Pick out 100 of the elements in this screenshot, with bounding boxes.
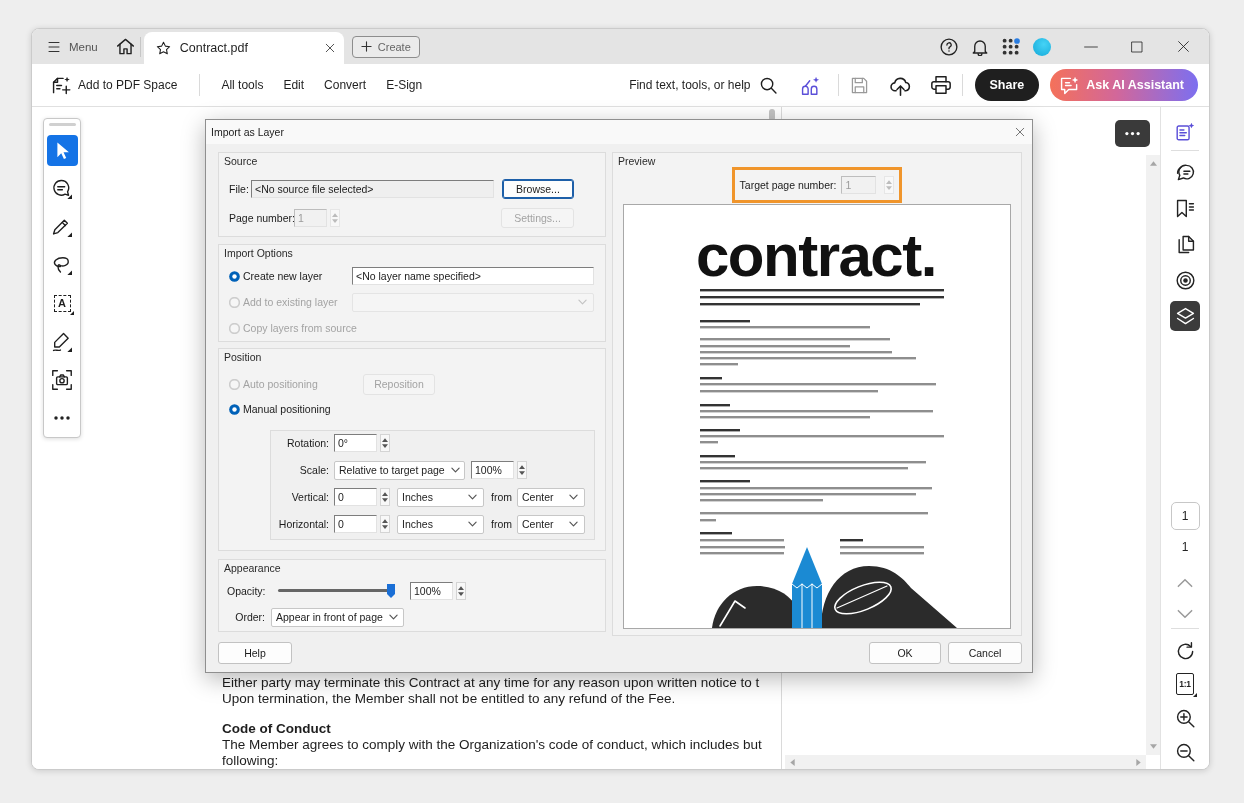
- add-to-space-button[interactable]: Add to PDF Space: [52, 75, 178, 95]
- document-tab[interactable]: Contract.pdf: [143, 32, 344, 64]
- chat-sparkle-icon: [1060, 75, 1080, 95]
- anchor-dropdown[interactable]: Center: [517, 514, 585, 534]
- unit-dropdown[interactable]: Inches: [397, 514, 484, 534]
- corner-triangle-icon: [1193, 693, 1197, 697]
- offset-field[interactable]: 0: [334, 488, 377, 506]
- page-number-field[interactable]: 1: [1170, 502, 1200, 530]
- comment-icon: [52, 178, 72, 199]
- toolbar-tab[interactable]: Convert: [314, 72, 377, 98]
- sidebar-tool-button[interactable]: [1170, 301, 1200, 331]
- field-label: Opacity:: [227, 585, 266, 597]
- page-sparkle-icon: [1175, 121, 1195, 141]
- more-button[interactable]: [1115, 120, 1150, 147]
- scale-dropdown[interactable]: Relative to target page: [334, 460, 465, 480]
- toolbar-tab[interactable]: All tools: [211, 72, 274, 98]
- signature-pen-icon: [52, 332, 72, 352]
- field-label: Vertical:: [291, 491, 329, 503]
- actual-size-button[interactable]: 1:1: [1176, 673, 1194, 695]
- toolbar-tab[interactable]: Edit: [273, 72, 315, 98]
- cancel-button[interactable]: Cancel: [948, 642, 1022, 664]
- down-arrow-icon: [1149, 744, 1157, 749]
- up-caret-icon: [519, 464, 525, 469]
- rotate-icon[interactable]: [1175, 641, 1195, 661]
- maximize-icon[interactable]: [1131, 40, 1143, 53]
- pages-icon: [1175, 234, 1195, 254]
- sparkle-shapes-icon[interactable]: [800, 75, 820, 95]
- help-icon[interactable]: [940, 37, 958, 56]
- share-button[interactable]: Share: [974, 69, 1040, 101]
- spinner-buttons[interactable]: [456, 582, 466, 600]
- body-text: following:: [222, 753, 279, 769]
- layer-name-field[interactable]: <No layer name specified>: [352, 267, 594, 285]
- spinner-buttons[interactable]: [517, 461, 527, 479]
- help-button[interactable]: Help: [218, 642, 292, 664]
- up-caret-icon: [382, 491, 388, 496]
- create-button[interactable]: Create: [351, 35, 420, 58]
- bell-icon[interactable]: [971, 37, 989, 56]
- opacity-field[interactable]: 100%: [410, 582, 453, 600]
- menu-icon: [47, 40, 61, 53]
- group-title: Position: [224, 350, 262, 364]
- more-icon[interactable]: [54, 415, 70, 422]
- scale-field[interactable]: 100%: [471, 461, 514, 479]
- horizontal-scrollbar[interactable]: [785, 755, 1146, 769]
- chevron-down-icon: [468, 494, 477, 500]
- unit-dropdown[interactable]: Inches: [397, 487, 484, 507]
- slider-thumb[interactable]: [387, 584, 395, 598]
- drag-handle[interactable]: [48, 123, 76, 126]
- up-caret-icon: [886, 179, 893, 184]
- chevron-down-icon: [569, 494, 578, 500]
- order-dropdown[interactable]: Appear in front of page: [271, 607, 404, 627]
- printer-icon[interactable]: [930, 75, 951, 95]
- zoom-out-icon[interactable]: [1175, 742, 1195, 762]
- close-icon[interactable]: [1015, 127, 1025, 137]
- ok-button[interactable]: OK: [869, 642, 941, 664]
- opacity-slider[interactable]: [278, 583, 395, 599]
- rotation-field[interactable]: 0°: [334, 434, 377, 452]
- up-caret-icon: [332, 212, 338, 217]
- pen-icon: [52, 217, 72, 238]
- field-label: Rotation:: [286, 437, 329, 449]
- section-heading: Code of Conduct: [222, 721, 331, 737]
- anchor-dropdown[interactable]: Center: [517, 487, 585, 507]
- vertical-scrollbar[interactable]: [1146, 155, 1160, 755]
- body-text: Upon termination, the Member shall not be entitled to any refund of the Fee.: [222, 691, 676, 707]
- tool-button[interactable]: A: [46, 288, 78, 320]
- freehand-loop-icon: [52, 255, 72, 276]
- group-title: Import Options: [224, 246, 293, 260]
- body-text: The Member agrees to comply with the Organization's code of conduct, which includes but: [222, 737, 762, 753]
- app-grid-icon[interactable]: [1002, 37, 1020, 56]
- zoom-in-icon[interactable]: [1175, 708, 1195, 728]
- chevron-down-icon: [450, 467, 460, 473]
- field-label: Horizontal:: [278, 518, 329, 530]
- menu-button[interactable]: Menu: [38, 32, 106, 61]
- spinner-buttons[interactable]: [380, 488, 390, 506]
- page-count: 1: [1181, 540, 1189, 554]
- save-icon[interactable]: [850, 76, 868, 94]
- layers-icon: [1175, 306, 1195, 326]
- field-label: Page number:: [229, 212, 295, 224]
- group-title: Source: [224, 154, 258, 168]
- spinner-buttons[interactable]: [380, 515, 390, 533]
- radio-option[interactable]: Manual positioning: [229, 403, 331, 415]
- close-icon[interactable]: [1177, 40, 1190, 53]
- close-icon[interactable]: [324, 43, 335, 53]
- group-title: Appearance: [224, 561, 281, 575]
- search-button[interactable]: Find text, tools, or help: [629, 76, 777, 94]
- more-icon: [1125, 131, 1140, 136]
- down-caret-icon: [886, 186, 893, 191]
- field-label: Target page number:: [739, 179, 837, 191]
- star-icon[interactable]: [155, 40, 171, 56]
- field-label: Order:: [235, 611, 265, 623]
- file-field[interactable]: <No source file selected>: [251, 180, 494, 198]
- radio-option[interactable]: Create new layer: [229, 270, 352, 282]
- browse-button[interactable]: Browse...: [502, 179, 574, 199]
- offset-field[interactable]: 0: [334, 515, 377, 533]
- spinner-buttons[interactable]: [380, 434, 390, 452]
- home-icon[interactable]: [115, 37, 135, 56]
- toolbar-tab[interactable]: E-Sign: [376, 72, 433, 98]
- field-label: File:: [229, 183, 249, 195]
- document-title: contract.: [696, 226, 936, 286]
- camera-frame-icon: [52, 370, 72, 391]
- down-caret-icon: [382, 525, 388, 530]
